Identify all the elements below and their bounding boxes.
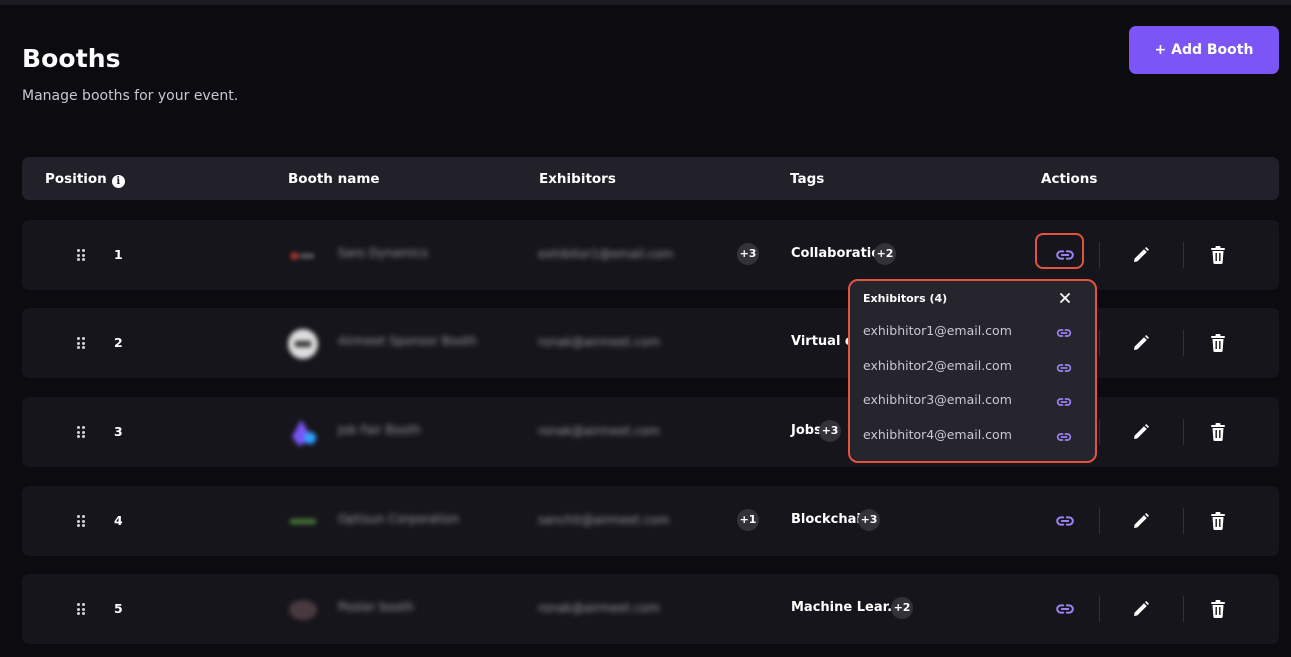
action-divider: [1183, 508, 1184, 534]
action-divider: [1099, 330, 1100, 356]
tag-count-badge[interactable]: +2: [891, 597, 913, 619]
action-divider: [1099, 242, 1100, 268]
drag-handle-icon[interactable]: [77, 603, 85, 615]
booth-name: Saro Dynamics: [338, 246, 428, 260]
popover-exhibitor-item: exhibhitor3@email.com: [863, 392, 1012, 407]
booth-name: Poster booth: [338, 600, 414, 614]
add-booth-button[interactable]: + Add Booth: [1129, 26, 1279, 74]
action-divider: [1183, 330, 1184, 356]
exhibitor-email: ronak@airmeet.com: [538, 424, 660, 438]
pencil-icon[interactable]: [1131, 422, 1151, 442]
booth-name: Optisun Corporation: [338, 512, 460, 526]
popover-exhibitor-item: exhibhitor1@email.com: [863, 323, 1012, 338]
table-row: 5 Poster booth ronak@airmeet.com Machine Le…: [22, 574, 1279, 644]
exhibitor-email: ronak@airmeet.com: [538, 601, 660, 615]
popover-title: Exhibitors (4): [863, 292, 948, 305]
drag-handle-icon[interactable]: [77, 249, 85, 261]
exhibitor-email: sanchit@airmeet.com: [538, 513, 670, 527]
trash-icon[interactable]: [1209, 599, 1227, 619]
drag-handle-icon[interactable]: [77, 337, 85, 349]
column-exhibitors: Exhibitors: [539, 171, 616, 187]
booth-position: 4: [114, 513, 123, 528]
link-icon[interactable]: [1054, 510, 1076, 532]
column-tags: Tags: [790, 171, 825, 187]
pencil-icon[interactable]: [1131, 333, 1151, 353]
booth-position: 1: [114, 247, 123, 262]
trash-icon[interactable]: [1209, 245, 1227, 265]
exhibitor-count-badge[interactable]: +1: [737, 509, 759, 531]
exhibitor-email: ronak@airmeet.com: [538, 335, 660, 349]
link-icon[interactable]: [1055, 428, 1073, 446]
pencil-icon[interactable]: [1131, 245, 1151, 265]
tag-label: Jobs: [791, 423, 822, 438]
booth-position: 5: [114, 601, 123, 616]
link-highlight-marker: [1035, 233, 1084, 269]
action-divider: [1183, 419, 1184, 445]
popover-exhibitor-item: exhibhitor2@email.com: [863, 358, 1012, 373]
pencil-icon[interactable]: [1131, 511, 1151, 531]
action-divider: [1099, 596, 1100, 622]
column-booth-name: Booth name: [288, 171, 380, 187]
tag-count-badge[interactable]: +2: [874, 243, 896, 265]
exhibitor-count-badge[interactable]: +3: [737, 243, 759, 265]
booth-logo: [288, 329, 318, 359]
link-icon[interactable]: [1055, 324, 1073, 342]
exhibitors-popover: Exhibitors (4) exhibhitor1@email.com exh…: [848, 279, 1097, 463]
drag-handle-icon[interactable]: [77, 426, 85, 438]
pencil-icon[interactable]: [1131, 599, 1151, 619]
column-actions: Actions: [1041, 171, 1098, 187]
booth-logo: [289, 600, 317, 620]
page-subtitle: Manage booths for your event.: [22, 88, 239, 104]
page-title: Booths: [22, 44, 121, 73]
action-divider: [1099, 508, 1100, 534]
tag-count-badge[interactable]: +3: [858, 509, 880, 531]
booth-name: Job Fair Booth: [338, 423, 421, 437]
link-icon[interactable]: [1055, 359, 1073, 377]
tag-label: Machine Lear...: [791, 600, 902, 615]
exhibitor-email: exhibitor1@email.com: [538, 247, 674, 261]
action-divider: [1099, 419, 1100, 445]
table-row: 4 Optisun Corporation sanchit@airmeet.com +…: [22, 486, 1279, 556]
tag-count-badge[interactable]: +3: [819, 420, 841, 442]
booth-logo: [290, 519, 316, 524]
booth-logo: [292, 420, 316, 446]
trash-icon[interactable]: [1209, 511, 1227, 531]
drag-handle-icon[interactable]: [77, 515, 85, 527]
close-icon[interactable]: [1058, 291, 1072, 305]
link-icon[interactable]: [1055, 393, 1073, 411]
action-divider: [1183, 596, 1184, 622]
table-header: Position i Booth name Exhibitors Tags Act…: [22, 157, 1279, 200]
action-divider: [1183, 242, 1184, 268]
booth-logo: [291, 253, 314, 259]
trash-icon[interactable]: [1209, 422, 1227, 442]
booth-name: Airmeet Sponsor Booth: [338, 334, 477, 348]
link-icon[interactable]: [1054, 598, 1076, 620]
booth-position: 2: [114, 335, 123, 350]
column-position: Position i: [45, 171, 125, 188]
booth-position: 3: [114, 424, 123, 439]
top-bar: [0, 0, 1291, 5]
info-icon[interactable]: i: [111, 175, 125, 188]
popover-exhibitor-item: exhibhitor4@email.com: [863, 427, 1012, 442]
trash-icon[interactable]: [1209, 333, 1227, 353]
